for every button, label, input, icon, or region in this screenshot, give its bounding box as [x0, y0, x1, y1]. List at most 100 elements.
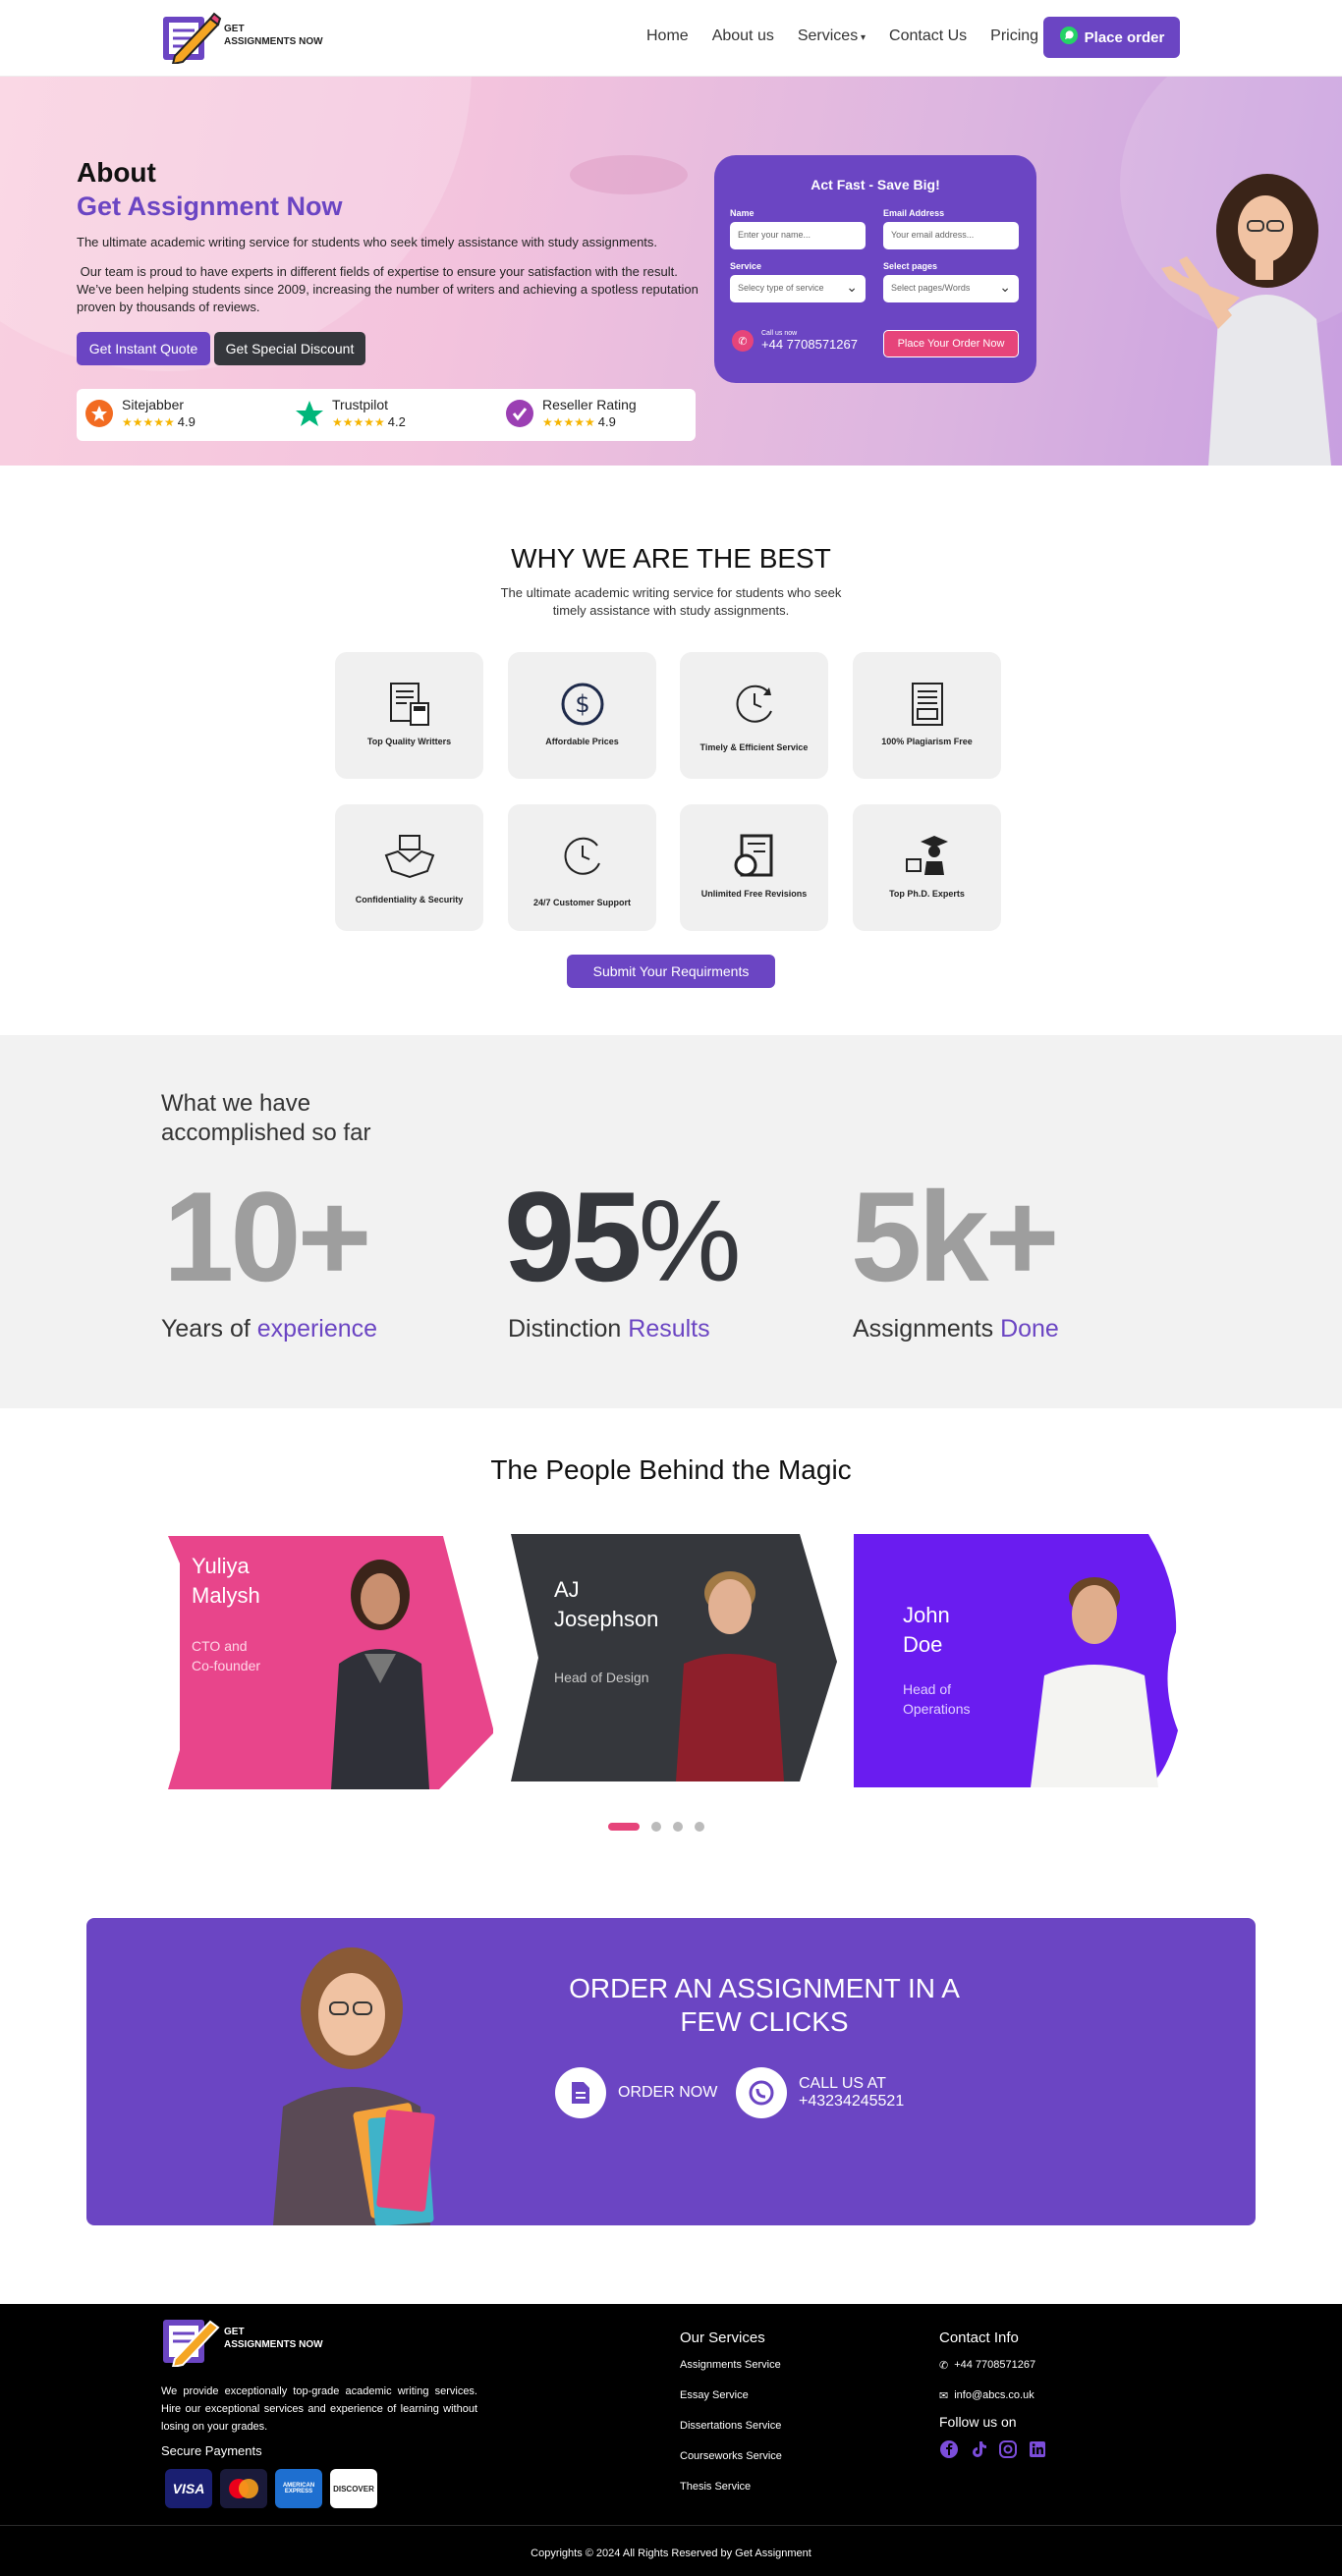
- member-role-line2: Co-founder: [192, 1658, 261, 1673]
- name-label: Name: [730, 208, 755, 218]
- special-discount-button[interactable]: Get Special Discount: [214, 332, 365, 365]
- secure-payments-title: Secure Payments: [161, 2443, 262, 2458]
- pencil-logo-icon: [161, 2314, 220, 2369]
- graduate-expert-icon: [905, 836, 948, 875]
- member-role-line1: CTO and: [192, 1638, 248, 1654]
- logo-line2: ASSIGNMENTS NOW: [224, 36, 323, 47]
- footer-link-courseworks[interactable]: Courseworks Service: [680, 2450, 782, 2462]
- caret-down-icon: ▾: [858, 32, 867, 43]
- service-select-value: Selecy type of service: [738, 283, 824, 293]
- rating-name: Reseller Rating: [542, 397, 637, 412]
- email-input[interactable]: Your email address...: [883, 222, 1019, 249]
- team-card[interactable]: John Doe Head of Operations: [854, 1534, 1183, 1789]
- document-check-icon: [911, 683, 943, 726]
- dollar-coin-icon: $: [561, 683, 603, 726]
- footer-logo[interactable]: GET ASSIGNMENTS NOW: [161, 2314, 323, 2369]
- order-now-label: ORDER NOW: [618, 2084, 718, 2101]
- pages-select-value: Select pages/Words: [891, 283, 971, 293]
- footer-phone[interactable]: ✆ +44 7708571267: [939, 2359, 1035, 2372]
- carousel-dot[interactable]: [673, 1822, 683, 1832]
- team-member-photo: [676, 1571, 784, 1781]
- stars-icon: ★★★★★: [122, 414, 175, 429]
- stat-label-text: Distinction: [508, 1315, 629, 1343]
- footer-description: We provide exceptionally top-grade acade…: [161, 2385, 477, 2433]
- envelope-icon: ✉: [939, 2390, 949, 2402]
- service-label: Service: [730, 261, 762, 271]
- team-card[interactable]: AJ Josephson Head of Design: [509, 1534, 838, 1789]
- call-us-button[interactable]: CALL US AT +43234245521: [736, 2067, 904, 2118]
- student-girl-image: [273, 1947, 435, 2225]
- order-now-button[interactable]: ORDER NOW: [555, 2067, 717, 2118]
- stats-title: What we have accomplished so far: [161, 1090, 371, 1146]
- clock-support-icon: [564, 837, 600, 875]
- clock-refresh-icon: [736, 685, 772, 723]
- why-title: WHY WE ARE THE BEST: [511, 543, 831, 574]
- call-label: Call us now: [761, 330, 798, 337]
- cta-title-line2: FEW CLICKS: [680, 2006, 849, 2037]
- feature-card: Unlimited Free Revisions: [680, 804, 828, 931]
- member-role: Head of Design: [554, 1668, 649, 1687]
- stats-section: What we have accomplished so far 10+ 95%…: [0, 1035, 1342, 1408]
- hero-bg-shape: [0, 77, 472, 371]
- ratings-bar: Sitejabber ★★★★★ 4.9 Trustpilot ★★★★★ 4.2 …: [77, 389, 696, 441]
- hero-woman-image: [1149, 172, 1342, 466]
- name-input[interactable]: Enter your name...: [730, 222, 866, 249]
- instant-quote-button[interactable]: Get Instant Quote: [77, 332, 210, 365]
- stat-label-text: Years of: [161, 1315, 257, 1343]
- instagram-icon[interactable]: [998, 2439, 1018, 2459]
- place-your-order-button[interactable]: Place Your Order Now: [883, 330, 1019, 357]
- team-member-photo: [331, 1560, 429, 1789]
- site-logo[interactable]: GET ASSIGNMENTS NOW: [161, 11, 323, 66]
- stat-label-text: Assignments: [853, 1315, 1001, 1343]
- rating-sitejabber[interactable]: Sitejabber ★★★★★ 4.9: [84, 397, 196, 429]
- submit-requirements-button[interactable]: Submit Your Requirments: [567, 955, 775, 988]
- feature-label: 24/7 Customer Support: [532, 898, 632, 907]
- footer-link-assignments[interactable]: Assignments Service: [680, 2359, 781, 2371]
- form-call[interactable]: ✆ Call us now +44 7708571267: [732, 330, 858, 352]
- member-role-line2: Operations: [903, 1701, 971, 1717]
- logo-line2: ASSIGNMENTS NOW: [224, 2339, 323, 2350]
- nav-home[interactable]: Home: [646, 26, 689, 49]
- stat-label-highlight: Done: [1000, 1315, 1059, 1343]
- place-order-button[interactable]: Place order: [1043, 17, 1180, 58]
- tiktok-icon[interactable]: [969, 2439, 988, 2459]
- stat-label-highlight: Results: [628, 1315, 710, 1343]
- service-select[interactable]: Selecy type of service: [730, 275, 866, 302]
- rating-reseller[interactable]: Reseller Rating ★★★★★ 4.9: [505, 397, 637, 429]
- facebook-icon[interactable]: [939, 2439, 959, 2459]
- feature-label: Confidentiality & Security: [355, 895, 464, 904]
- member-role-line1: Head of: [903, 1681, 952, 1697]
- nav-contact[interactable]: Contact Us: [889, 26, 967, 49]
- member-role: CTO and Co-founder: [192, 1636, 260, 1675]
- nav-about[interactable]: About us: [712, 26, 774, 49]
- footer-link-essay[interactable]: Essay Service: [680, 2389, 749, 2401]
- carousel-dot[interactable]: [608, 1823, 640, 1831]
- pages-select[interactable]: Select pages/Words: [883, 275, 1019, 302]
- quote-form: Act Fast - Save Big! Name Enter your nam…: [714, 155, 1036, 383]
- hero-subtitle: Get Assignment Now: [77, 192, 343, 221]
- carousel-dot[interactable]: [651, 1822, 661, 1832]
- stat-label: Years of experience: [161, 1315, 377, 1343]
- stat-label: Assignments Done: [853, 1315, 1059, 1343]
- member-first-name: AJ: [554, 1577, 580, 1602]
- hero-paragraph-2: Our team is proud to have experts in dif…: [77, 264, 702, 314]
- rating-trustpilot[interactable]: Trustpilot ★★★★★ 4.2: [295, 397, 406, 429]
- site-header: GET ASSIGNMENTS NOW Home About us Servic…: [0, 0, 1342, 77]
- team-card[interactable]: Yuliya Malysh CTO and Co-founder: [164, 1534, 493, 1789]
- feature-label: Unlimited Free Revisions: [700, 889, 808, 899]
- cta-title-line1: ORDER AN ASSIGNMENT IN A: [569, 1973, 960, 2003]
- feature-card: 24/7 Customer Support: [508, 804, 656, 931]
- site-footer: GET ASSIGNMENTS NOW We provide exception…: [0, 2304, 1342, 2576]
- linkedin-icon[interactable]: [1028, 2439, 1047, 2459]
- carousel-dot[interactable]: [695, 1822, 704, 1832]
- visa-icon: VISA: [165, 2469, 212, 2508]
- order-cta-banner: ORDER AN ASSIGNMENT IN A FEW CLICKS ORDER…: [86, 1918, 1256, 2225]
- stat-number: 10+: [163, 1165, 372, 1308]
- footer-link-thesis[interactable]: Thesis Service: [680, 2481, 751, 2493]
- nav-pricing[interactable]: Pricing: [990, 26, 1038, 49]
- feature-card: Confidentiality & Security: [335, 804, 483, 931]
- footer-email[interactable]: ✉ info@abcs.co.uk: [939, 2389, 1034, 2402]
- footer-link-dissertations[interactable]: Dissertations Service: [680, 2420, 781, 2432]
- nav-services[interactable]: Services ▾: [798, 26, 866, 49]
- why-subtitle: The ultimate academic writing service fo…: [500, 585, 842, 618]
